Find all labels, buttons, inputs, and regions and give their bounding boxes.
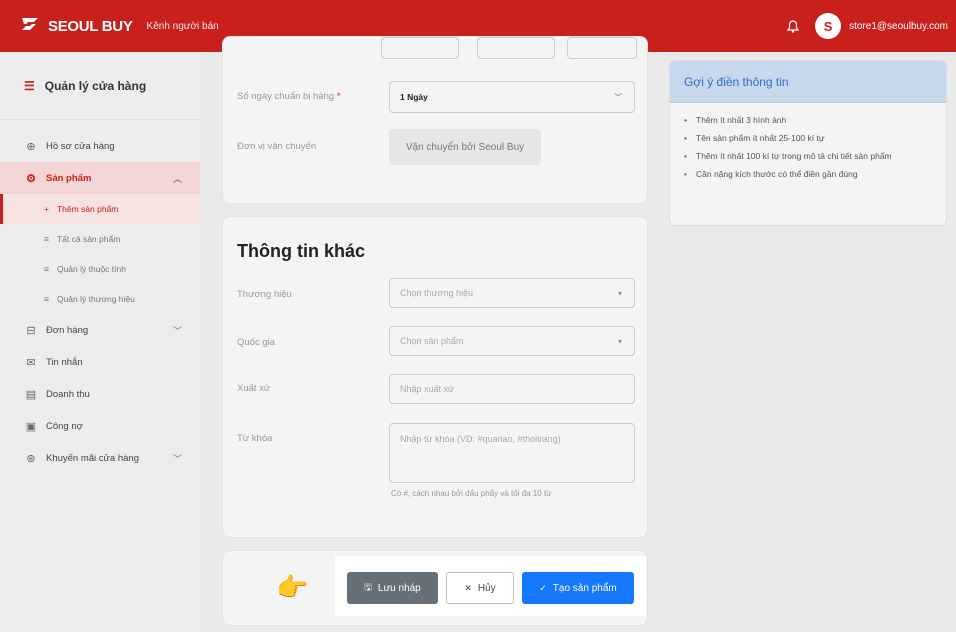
brand-select[interactable]: Chọn thương hiệu ▾ <box>389 278 635 308</box>
sidebar-item-orders[interactable]: ⊟ Đơn hàng ﹀ <box>0 314 200 346</box>
brand-logo[interactable]: SEOUL BUY <box>20 15 133 38</box>
sidebar-subitem-label: Quản lý thương hiệu <box>56 294 135 304</box>
dimension-input[interactable] <box>381 37 459 59</box>
create-product-button[interactable]: ✓ Tạo sản phẩm <box>522 572 634 604</box>
menu-icon: ☰ <box>24 78 35 93</box>
sidebar-item-products[interactable]: ⚙ Sản phẩm ︿ <box>0 162 200 194</box>
sidebar-item-label: Đơn hàng <box>46 324 89 336</box>
bell-icon[interactable] <box>785 18 801 34</box>
sidebar-item-store-profile[interactable]: ⊕ Hồ sơ cửa hàng <box>0 130 200 162</box>
sidebar-subitem-label: Quản lý thuộc tính <box>56 264 126 274</box>
other-info-card: Thông tin khác Thương hiệu Chọn thương h… <box>222 216 648 538</box>
save-draft-button[interactable]: 🖫 Lưu nháp <box>347 572 438 604</box>
dimension-input[interactable] <box>567 37 637 59</box>
shipping-card: Số ngày chuẩn bị hàng * 1 Ngày ﹀ Đơn vị … <box>222 36 648 204</box>
sidebar-subitem-all-products[interactable]: ≡ Tất cả sản phẩm <box>0 224 200 254</box>
check-icon: ✓ <box>539 582 547 593</box>
sidebar: ☰ Quản lý cửa hàng ⊕ Hồ sơ cửa hàng ⚙ Sả… <box>0 52 200 632</box>
chevron-down-icon: ﹀ <box>614 92 622 102</box>
save-icon: 🖫 <box>364 582 372 592</box>
sidebar-item-label: Hồ sơ cửa hàng <box>46 140 115 152</box>
sidebar-item-label: Doanh thu <box>46 388 90 400</box>
cancel-button[interactable]: ✕ Hủy <box>446 572 514 604</box>
prep-days-select[interactable]: 1 Ngày ﹀ <box>389 81 635 113</box>
sidebar-item-label: Sản phẩm <box>46 172 92 184</box>
promo-icon: ⊛ <box>26 452 36 465</box>
sidebar-item-promotions[interactable]: ⊛ Khuyến mãi cửa hàng ﹀ <box>0 442 200 474</box>
sidebar-title-label: Quản lý cửa hàng <box>44 78 147 93</box>
cart-icon: ⊟ <box>26 324 36 337</box>
keyword-hint: Có #, cách nhau bởi dấu phẩy và tối đa 1… <box>391 489 552 498</box>
tips-title: Gợi ý điền thông tin <box>670 61 946 103</box>
sidebar-item-debt[interactable]: ▣ Công nợ <box>0 410 200 442</box>
user-email[interactable]: store1@seoulbuy.com <box>849 21 948 32</box>
user-area: S store1@seoulbuy.com <box>785 0 948 52</box>
section-title: Thông tin khác <box>237 241 365 261</box>
chevron-up-icon: ︿ <box>172 173 182 184</box>
chevron-down-icon: ﹀ <box>172 325 182 336</box>
tip-item: Thêm ít nhất 3 hình ảnh <box>684 113 932 127</box>
revenue-icon: ▤ <box>25 388 37 401</box>
sidebar-subitem-attributes[interactable]: ≡ Quản lý thuộc tính <box>0 254 200 284</box>
tips-card: Gợi ý điền thông tin Thêm ít nhất 3 hình… <box>669 60 947 226</box>
store-icon: ⊕ <box>26 140 36 153</box>
list-icon: ≡ <box>44 234 49 244</box>
s-logo-icon <box>20 15 40 38</box>
sidebar-item-revenue[interactable]: ▤ Doanh thu <box>0 378 200 410</box>
prep-days-label: Số ngày chuẩn bị hàng * <box>237 91 341 102</box>
sidebar-subitem-label: Tất cả sản phẩm <box>56 234 121 244</box>
sidebar-item-label: Tin nhắn <box>46 356 83 368</box>
tip-item: Tên sản phẩm ít nhất 25-100 kí tự <box>684 131 932 145</box>
origin-label: Xuất xứ <box>237 383 271 394</box>
tips-list: Thêm ít nhất 3 hình ảnh Tên sản phẩm ít … <box>670 103 946 181</box>
country-select[interactable]: Chọn sản phẩm ▾ <box>389 326 635 356</box>
sidebar-subitem-label: Thêm sản phẩm <box>56 204 119 214</box>
channel-label: Kênh người bán <box>146 20 219 32</box>
list-icon: ≡ <box>44 294 49 304</box>
carrier-label: Đơn vị vận chuyển <box>237 141 317 152</box>
close-icon: ✕ <box>464 582 472 593</box>
chevron-down-icon: ▾ <box>617 288 622 298</box>
chevron-down-icon: ▾ <box>617 336 622 346</box>
carrier-value: Vận chuyển bởi Seoul Buy <box>389 129 541 165</box>
origin-input[interactable]: Nhập xuất xứ <box>389 374 635 404</box>
sidebar-subitem-add-product[interactable]: + Thêm sản phẩm <box>0 194 200 224</box>
debt-icon: ▣ <box>25 420 37 433</box>
avatar[interactable]: S <box>815 13 842 39</box>
sidebar-item-label: Công nợ <box>46 420 83 432</box>
keyword-textarea[interactable]: Nhập từ khóa (VD: #quanao, #thoitrang) <box>389 423 635 483</box>
tip-item: Thêm ít nhất 100 kí tự trong mô tả chi t… <box>684 149 932 163</box>
sidebar-title: ☰ Quản lý cửa hàng <box>0 52 200 120</box>
plus-icon: + <box>44 204 49 214</box>
sidebar-item-messages[interactable]: ✉ Tin nhắn <box>0 346 200 378</box>
brand-name: SEOUL BUY <box>48 17 133 35</box>
keyword-label: Từ khóa <box>237 433 273 444</box>
dimension-input[interactable] <box>477 37 555 59</box>
sidebar-subitem-brands[interactable]: ≡ Quản lý thương hiệu <box>0 284 200 314</box>
chevron-down-icon: ﹀ <box>172 453 182 464</box>
chat-icon: ✉ <box>26 356 36 369</box>
list-icon: ≡ <box>44 264 49 274</box>
brand-label: Thương hiệu <box>237 289 292 300</box>
country-label: Quốc gia <box>237 337 276 348</box>
tip-item: Cân nặng kích thước có thể điền gần đúng <box>684 167 932 181</box>
pointing-hand-icon: 👉 <box>276 572 309 602</box>
gear-icon: ⚙ <box>26 172 36 185</box>
sidebar-item-label: Khuyến mãi cửa hàng <box>46 452 139 464</box>
